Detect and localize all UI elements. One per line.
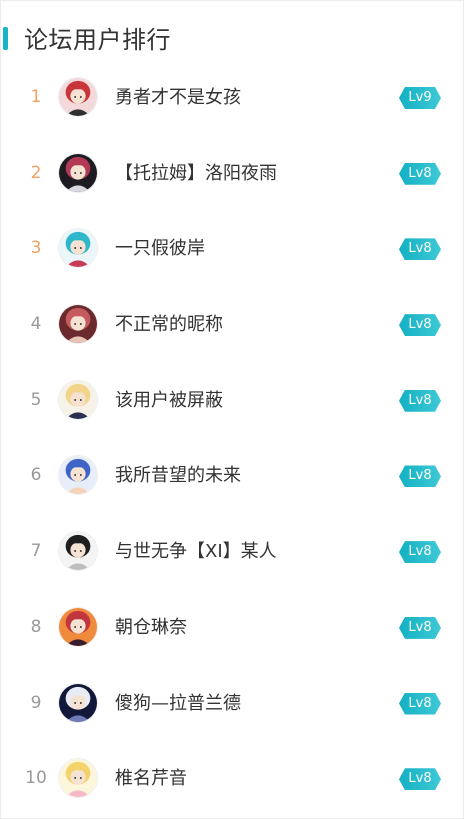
username-link[interactable]: 不正常的昵称 bbox=[115, 287, 223, 363]
username-link[interactable]: 朝仓琳奈 bbox=[115, 590, 187, 666]
level-badge: Lv8 bbox=[399, 314, 441, 336]
ranking-row[interactable]: 4 不正常的昵称 Lv8 bbox=[1, 287, 463, 363]
rank-number: 9 bbox=[30, 692, 42, 713]
ranking-row[interactable]: 1 勇者才不是女孩 Lv9 bbox=[1, 60, 463, 136]
level-badge: Lv8 bbox=[399, 693, 441, 715]
level-badge: Lv8 bbox=[399, 768, 441, 790]
level-badge: Lv8 bbox=[399, 465, 441, 487]
rank-number: 5 bbox=[30, 389, 42, 410]
ranking-row[interactable]: 6 我所昔望的未来 Lv8 bbox=[1, 438, 463, 514]
ranking-row[interactable]: 3 一只假彼岸 Lv8 bbox=[1, 211, 463, 287]
ranking-list: 1 勇者才不是女孩 Lv9 2 【托拉姆】洛阳夜雨 Lv8 3 一只假彼岸 Lv8 4 不正常的昵称… bbox=[1, 60, 463, 817]
anime-girls-group-avatar[interactable] bbox=[58, 77, 98, 117]
ranking-row[interactable]: 2 【托拉姆】洛阳夜雨 Lv8 bbox=[1, 136, 463, 212]
cyan-hair-girl-avatar[interactable] bbox=[58, 228, 98, 269]
rank-number: 10 bbox=[25, 768, 47, 789]
level-badge: Lv8 bbox=[399, 541, 441, 563]
title-accent-bar bbox=[3, 27, 8, 50]
ranking-row[interactable]: 10 椎名芹音 Lv8 bbox=[1, 741, 463, 817]
sketch-girl-avatar[interactable] bbox=[58, 531, 98, 572]
rank-number: 6 bbox=[30, 465, 42, 486]
rank-number: 3 bbox=[30, 238, 42, 259]
username-link[interactable]: 【托拉姆】洛阳夜雨 bbox=[115, 136, 277, 212]
red-hair-girl-avatar[interactable] bbox=[58, 304, 98, 345]
rank-number: 1 bbox=[30, 87, 42, 107]
username-link[interactable]: 椎名芹音 bbox=[115, 741, 187, 817]
yellow-flower-avatar[interactable] bbox=[58, 758, 98, 799]
ranking-row[interactable]: 5 该用户被屏蔽 Lv8 bbox=[1, 363, 463, 439]
dark-character-avatar[interactable] bbox=[58, 152, 98, 193]
white-wolf-girl-avatar[interactable] bbox=[58, 682, 98, 723]
rank-number: 7 bbox=[30, 541, 42, 562]
username-link[interactable]: 该用户被屏蔽 bbox=[115, 363, 223, 439]
username-link[interactable]: 勇者才不是女孩 bbox=[115, 60, 241, 136]
panel-title: 论坛用户排行 bbox=[24, 26, 171, 54]
blonde-girl-avatar[interactable] bbox=[58, 379, 98, 420]
level-badge: Lv8 bbox=[399, 238, 441, 260]
level-badge: Lv8 bbox=[399, 163, 441, 185]
sunset-avatar[interactable] bbox=[58, 606, 98, 647]
username-link[interactable]: 与世无争【XI】某人 bbox=[115, 514, 277, 590]
username-link[interactable]: 我所昔望的未来 bbox=[115, 438, 241, 514]
rank-number: 2 bbox=[30, 162, 42, 183]
user-ranking-panel: 论坛用户排行 1 勇者才不是女孩 Lv9 2 【托拉姆】洛阳夜雨 Lv8 3 一只假彼岸 Lv8… bbox=[0, 0, 464, 819]
rank-number: 4 bbox=[30, 314, 42, 335]
level-badge: Lv8 bbox=[399, 617, 441, 639]
ranking-row[interactable]: 9 傻狗—拉普兰德 Lv8 bbox=[1, 666, 463, 742]
level-badge: Lv8 bbox=[399, 390, 441, 412]
rank-number: 8 bbox=[30, 616, 42, 637]
ranking-row[interactable]: 7 与世无争【XI】某人 Lv8 bbox=[1, 514, 463, 590]
ranking-row[interactable]: 8 朝仓琳奈 Lv8 bbox=[1, 590, 463, 666]
blue-hair-girl-avatar[interactable] bbox=[58, 455, 98, 496]
username-link[interactable]: 一只假彼岸 bbox=[115, 211, 205, 287]
level-badge: Lv9 bbox=[399, 87, 441, 109]
username-link[interactable]: 傻狗—拉普兰德 bbox=[115, 666, 241, 742]
